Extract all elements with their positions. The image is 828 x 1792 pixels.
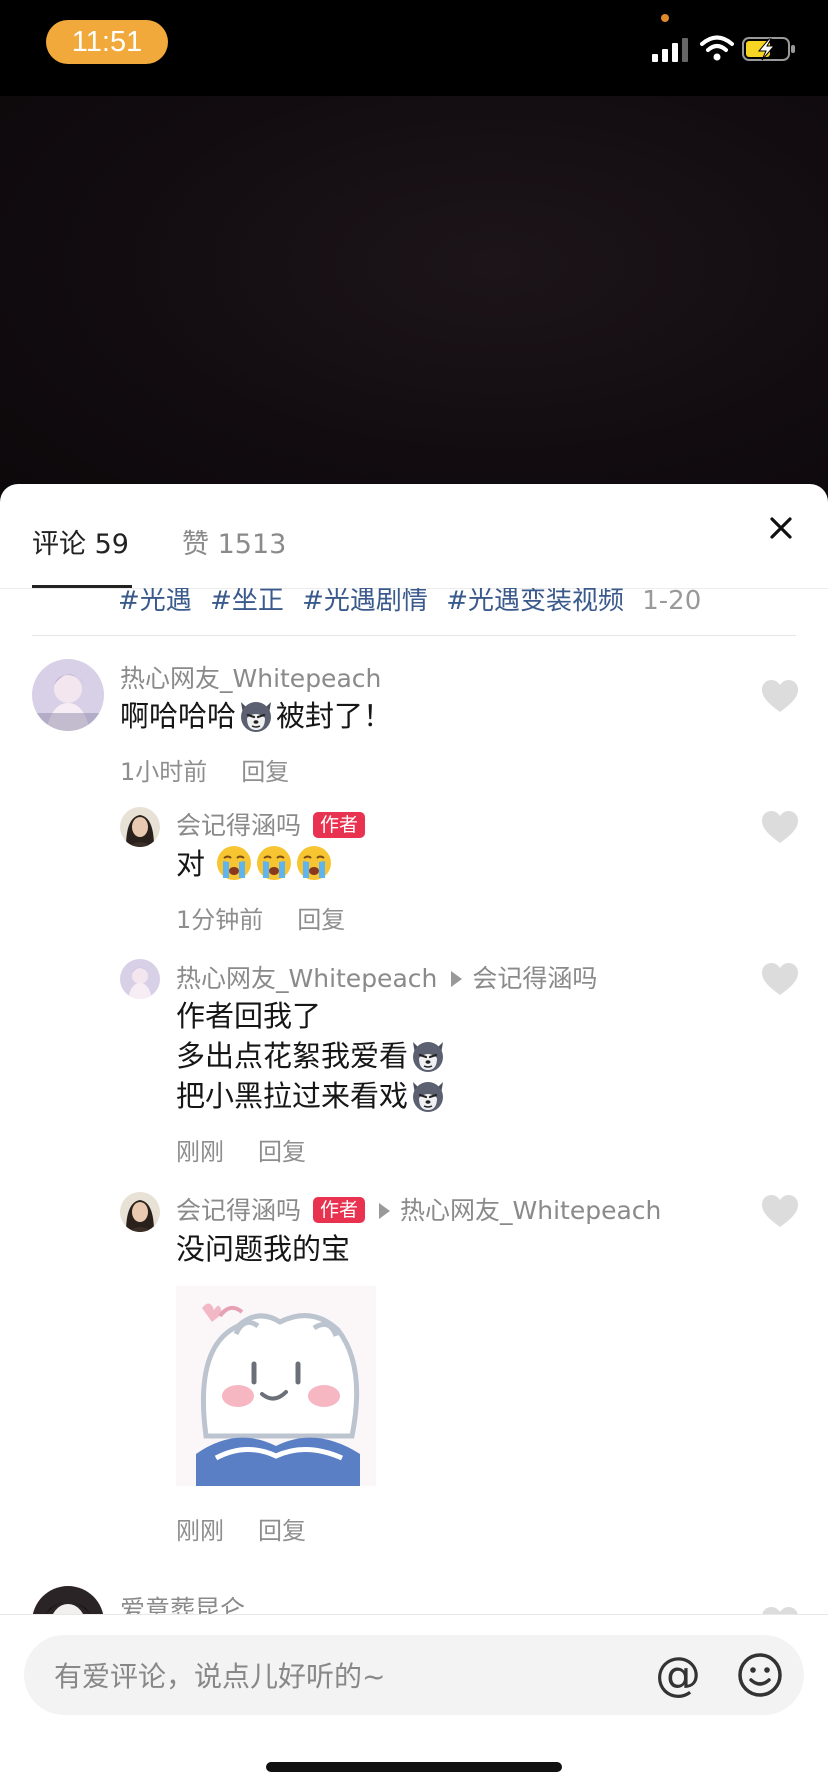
- reply-text: 没问题我的宝: [176, 1232, 351, 1266]
- like-heart-icon[interactable]: [761, 1194, 799, 1228]
- reply-time: 刚刚: [176, 1517, 224, 1545]
- status-bar: 11:51: [0, 0, 828, 96]
- reply-text-line: 多出点花絮我爱看: [176, 1036, 448, 1076]
- comment-meta: 1小时前 回复: [120, 752, 289, 787]
- reply-meta: 刚刚 回复: [176, 1132, 306, 1167]
- hashtag-link[interactable]: #光遇变装视频: [446, 588, 624, 616]
- reply-button[interactable]: 回复: [258, 1138, 306, 1166]
- reply-to-username[interactable]: 热心网友_Whitepeach: [400, 1196, 661, 1225]
- reply-text-part: 多出点花絮我爱看: [176, 1039, 409, 1073]
- reply-meta: 1分钟前 回复: [176, 900, 345, 935]
- reply-text-part: 把小黑拉过来看戏: [176, 1079, 409, 1113]
- reply-username: 热心网友_Whitepeach 会记得涵吗: [176, 959, 597, 995]
- husky-emoji-icon: [241, 702, 272, 732]
- like-heart-icon[interactable]: [761, 679, 799, 713]
- comment-input-placeholder: 有爱评论，说点儿好听的~: [54, 1660, 386, 1693]
- mention-at-icon[interactable]: @: [652, 1649, 704, 1701]
- reply-text: 作者回我了 多出点花絮我爱看 把小黑拉过来看戏: [176, 996, 448, 1116]
- comment-input[interactable]: 有爱评论，说点儿好听的~ @: [24, 1635, 804, 1715]
- close-icon[interactable]: [763, 510, 799, 546]
- reply-button[interactable]: 回复: [258, 1517, 306, 1545]
- crying-emoji-icon: [257, 846, 292, 880]
- comment-username[interactable]: 热心网友_Whitepeach: [120, 659, 381, 695]
- author-badge: 作者: [313, 1197, 366, 1223]
- hashtag-divider: [32, 635, 796, 636]
- video-background: [0, 96, 828, 516]
- comment-text: 啊哈哈哈 被封了！: [120, 696, 392, 736]
- signal-icon: [652, 38, 688, 62]
- status-time: 11:51: [46, 20, 168, 64]
- reply-username: 会记得涵吗 作者 热心网友_Whitepeach: [176, 1191, 661, 1227]
- crying-emoji-icon: [217, 846, 252, 880]
- comment-time: 1小时前: [120, 758, 208, 786]
- author-badge: 作者: [313, 812, 366, 838]
- wifi-icon: [700, 35, 734, 61]
- hashtag-pager: 1-20: [642, 586, 702, 616]
- screen: 11:51 评论 59 赞 1513 #光遇 #坐正 #光遇剧情 #光遇变装视频…: [0, 0, 828, 1792]
- reply-text-line: 作者回我了: [176, 999, 322, 1033]
- reply-time: 1分钟前: [176, 906, 264, 934]
- reply-text: 对: [176, 844, 334, 884]
- reply-meta: 刚刚 回复: [176, 1511, 306, 1546]
- bear-reading-sticker[interactable]: [176, 1286, 376, 1486]
- reply-text-part: 对: [176, 847, 206, 881]
- privacy-indicator-dot: [661, 14, 669, 22]
- comment-text-part: 被封了！: [276, 699, 393, 733]
- reply-username-text[interactable]: 会记得涵吗: [176, 1196, 301, 1225]
- hashtag-link[interactable]: #光遇: [118, 588, 192, 616]
- avatar[interactable]: [120, 807, 160, 847]
- crying-emoji-icon: [297, 846, 332, 880]
- husky-emoji-icon: [413, 1082, 444, 1112]
- reply-button[interactable]: 回复: [241, 758, 289, 786]
- emoji-picker-icon[interactable]: [736, 1651, 784, 1699]
- avatar[interactable]: [120, 959, 160, 999]
- reply-username: 会记得涵吗 作者: [176, 806, 366, 842]
- husky-emoji-icon: [413, 1042, 444, 1072]
- reply-to-username[interactable]: 会记得涵吗: [472, 964, 597, 993]
- battery-charging-icon: [742, 37, 795, 61]
- avatar[interactable]: [120, 1192, 160, 1232]
- reply-to-arrow-icon: [451, 971, 463, 987]
- comment-sheet: 评论 59 赞 1513 #光遇 #坐正 #光遇剧情 #光遇变装视频 1-20: [0, 484, 828, 1792]
- comment-text-part: 啊哈哈哈: [120, 699, 237, 733]
- home-indicator: [266, 1762, 562, 1772]
- reply-button[interactable]: 回复: [297, 906, 345, 934]
- like-heart-icon[interactable]: [761, 810, 799, 844]
- reply-username-text[interactable]: 热心网友_Whitepeach: [176, 964, 437, 993]
- comment-tabs: 评论 59 赞 1513: [0, 484, 828, 590]
- like-heart-icon[interactable]: [761, 962, 799, 996]
- reply-username-text[interactable]: 会记得涵吗: [176, 811, 301, 840]
- reply-text-line: 把小黑拉过来看戏: [176, 1076, 448, 1116]
- hashtag-link[interactable]: #坐正: [210, 588, 284, 616]
- tab-comments[interactable]: 评论 59: [32, 522, 129, 561]
- avatar[interactable]: [32, 659, 104, 731]
- reply-time: 刚刚: [176, 1138, 224, 1166]
- hashtag-link[interactable]: #光遇剧情: [302, 588, 428, 616]
- reply-to-arrow-icon: [379, 1203, 391, 1219]
- tab-likes[interactable]: 赞 1513: [182, 522, 286, 561]
